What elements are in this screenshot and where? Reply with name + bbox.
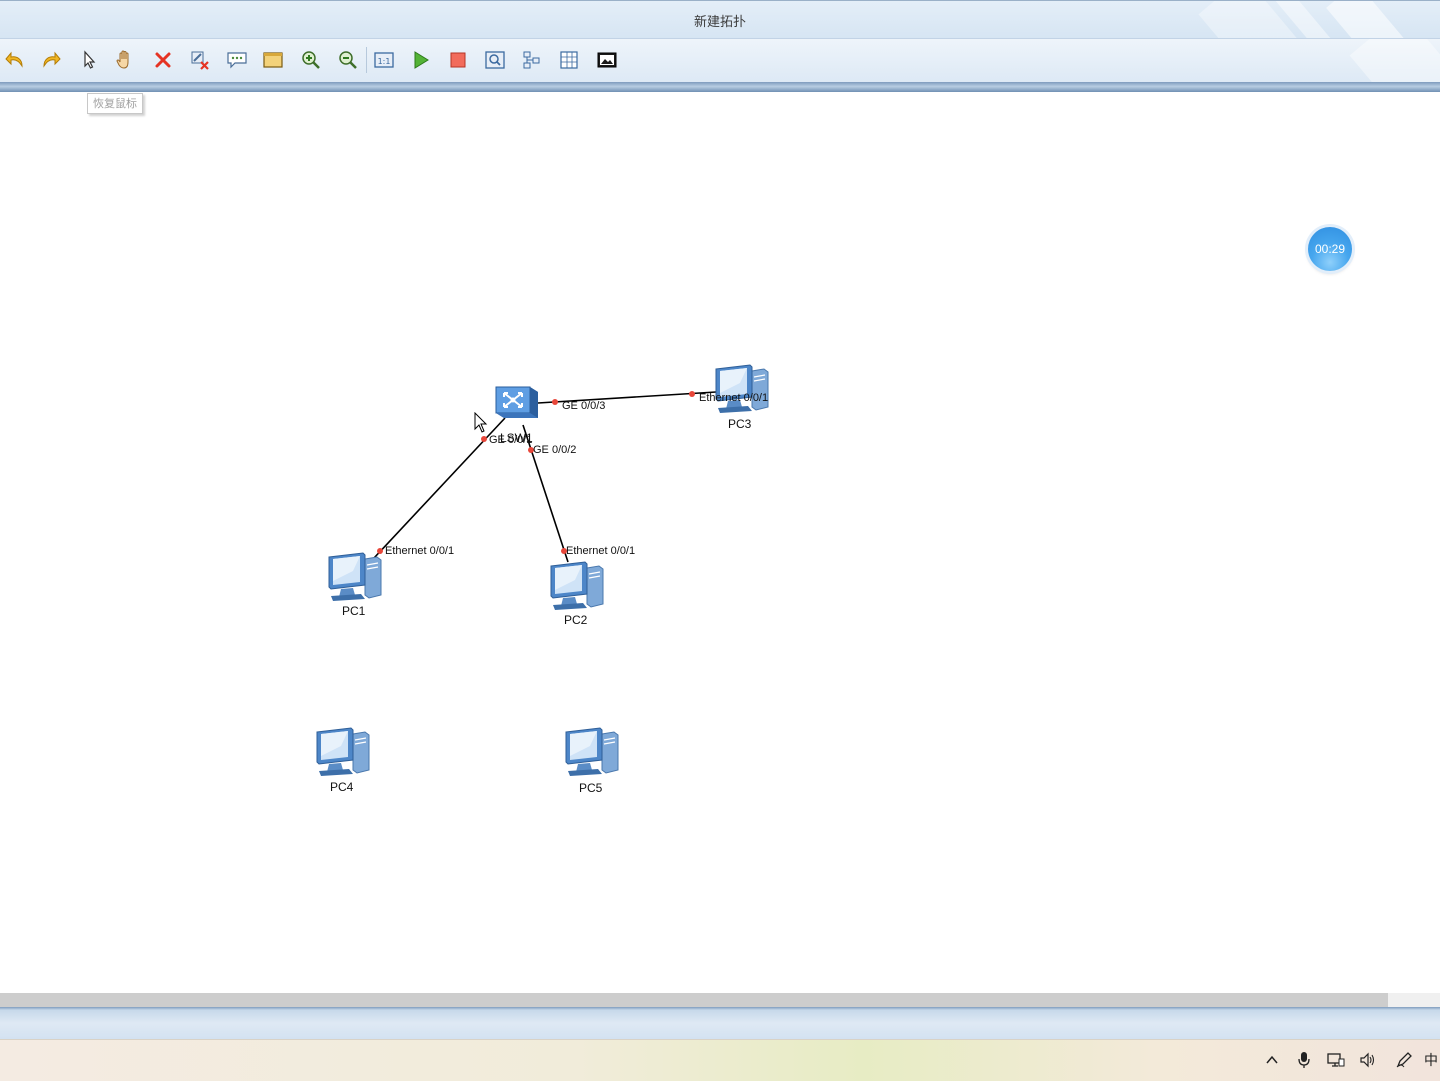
toolbar-divider: [0, 82, 1440, 92]
redo-arrow-icon: [43, 51, 61, 68]
zoom-out-button[interactable]: [335, 47, 361, 73]
pen-icon: [1396, 1052, 1412, 1068]
zoom-in-icon: [302, 51, 320, 69]
delete-link-button[interactable]: [187, 47, 213, 73]
switch-lsw1[interactable]: [492, 381, 540, 425]
capture-icon: [485, 51, 505, 69]
svg-text:1:1: 1:1: [378, 57, 391, 66]
port-dot-lsw1-ge001: [481, 436, 487, 442]
redo-button[interactable]: [38, 47, 64, 73]
speaker-icon: [1360, 1052, 1375, 1068]
text-note-icon: [227, 52, 247, 69]
pc-pc1[interactable]: [325, 551, 383, 603]
screenshot-icon: [597, 52, 617, 68]
red-x-icon: [155, 52, 171, 68]
topology-canvas[interactable]: LSW1 PC1 PC2 PC3 PC4 PC5 GE 0/0/1 Ethern…: [0, 92, 1440, 993]
ime-tray[interactable]: 中: [1424, 1050, 1440, 1070]
screenshot-button[interactable]: [594, 47, 620, 73]
pan-button[interactable]: [112, 47, 138, 73]
topology-icon: [523, 51, 540, 69]
tooltip: 恢复鼠标: [87, 93, 143, 114]
port-label-lsw1-ge002: GE 0/0/2: [533, 444, 577, 456]
fit-view-icon: 1:1: [374, 52, 394, 68]
play-icon: [414, 51, 429, 69]
pc-icon: [565, 727, 619, 776]
fit-view-button[interactable]: 1:1: [371, 47, 397, 73]
hand-icon: [116, 50, 129, 69]
scrollbar-thumb[interactable]: [0, 993, 1388, 1007]
pc-pc4[interactable]: [313, 726, 371, 778]
pc-pc5[interactable]: [562, 726, 620, 778]
topology-links: [373, 391, 717, 563]
node-label-pc1: PC1: [342, 604, 366, 618]
taskbar: 中: [0, 1039, 1440, 1081]
mouse-cursor-icon: [474, 412, 488, 433]
pc-pc2[interactable]: [547, 560, 605, 612]
undo-button[interactable]: [2, 47, 28, 73]
pc-icon: [328, 552, 382, 601]
pen-tray[interactable]: [1394, 1050, 1414, 1070]
pointer-cursor-icon: [84, 50, 96, 69]
port-label-pc1-eth: Ethernet 0/0/1: [385, 545, 455, 557]
pc-pc3[interactable]: [712, 363, 770, 415]
node-label-pc4: PC4: [330, 780, 354, 794]
status-bar: [0, 1007, 1440, 1039]
show-hidden-icons[interactable]: [1262, 1050, 1282, 1070]
capture-button[interactable]: [482, 47, 508, 73]
pc-icon: [715, 364, 769, 413]
port-dot-pc3-eth: [689, 391, 695, 397]
volume-tray[interactable]: [1358, 1050, 1378, 1070]
grid-button[interactable]: [556, 47, 582, 73]
pc-icon: [550, 561, 604, 610]
port-label-pc2-eth: Ethernet 0/0/1: [566, 545, 636, 557]
chevron-up-icon: [1266, 1055, 1278, 1064]
port-dot-lsw1-ge003: [552, 399, 558, 405]
undo-arrow-icon: [5, 51, 23, 68]
port-label-lsw1-ge003: GE 0/0/3: [562, 400, 606, 412]
port-label-lsw1-ge001: GE 0/0/1: [489, 434, 533, 446]
microphone-icon: [1298, 1052, 1310, 1068]
switch-icon: [495, 386, 538, 418]
network-icon: [1327, 1053, 1345, 1067]
title-bar: 新建拓扑: [0, 0, 1440, 39]
stop-device-button[interactable]: [445, 47, 471, 73]
node-label-pc2: PC2: [564, 613, 588, 627]
remove-link-icon: [191, 51, 209, 70]
palette-icon: [263, 52, 283, 68]
pc-icon: [316, 727, 370, 776]
palette-button[interactable]: [260, 47, 286, 73]
zoom-in-button[interactable]: [298, 47, 324, 73]
node-label-pc3: PC3: [728, 417, 752, 431]
node-label-pc5: PC5: [579, 781, 603, 795]
zoom-out-icon: [339, 51, 357, 69]
recording-timer[interactable]: 00:29: [1308, 227, 1352, 271]
add-text-button[interactable]: [224, 47, 250, 73]
network-tray[interactable]: [1326, 1050, 1346, 1070]
start-device-button[interactable]: [408, 47, 434, 73]
grid-icon: [560, 51, 578, 69]
port-label-pc3-eth: Ethernet 0/0/1: [699, 392, 769, 404]
ime-icon: 中: [1424, 1053, 1438, 1069]
topology-button[interactable]: [519, 47, 545, 73]
window-title: 新建拓扑: [693, 15, 746, 30]
horizontal-scrollbar[interactable]: [0, 993, 1440, 1007]
delete-button[interactable]: [150, 47, 176, 73]
microphone-tray[interactable]: [1294, 1050, 1314, 1070]
select-button[interactable]: [76, 47, 102, 73]
toolbar: 1:1: [0, 38, 1440, 83]
stop-icon: [450, 52, 466, 68]
